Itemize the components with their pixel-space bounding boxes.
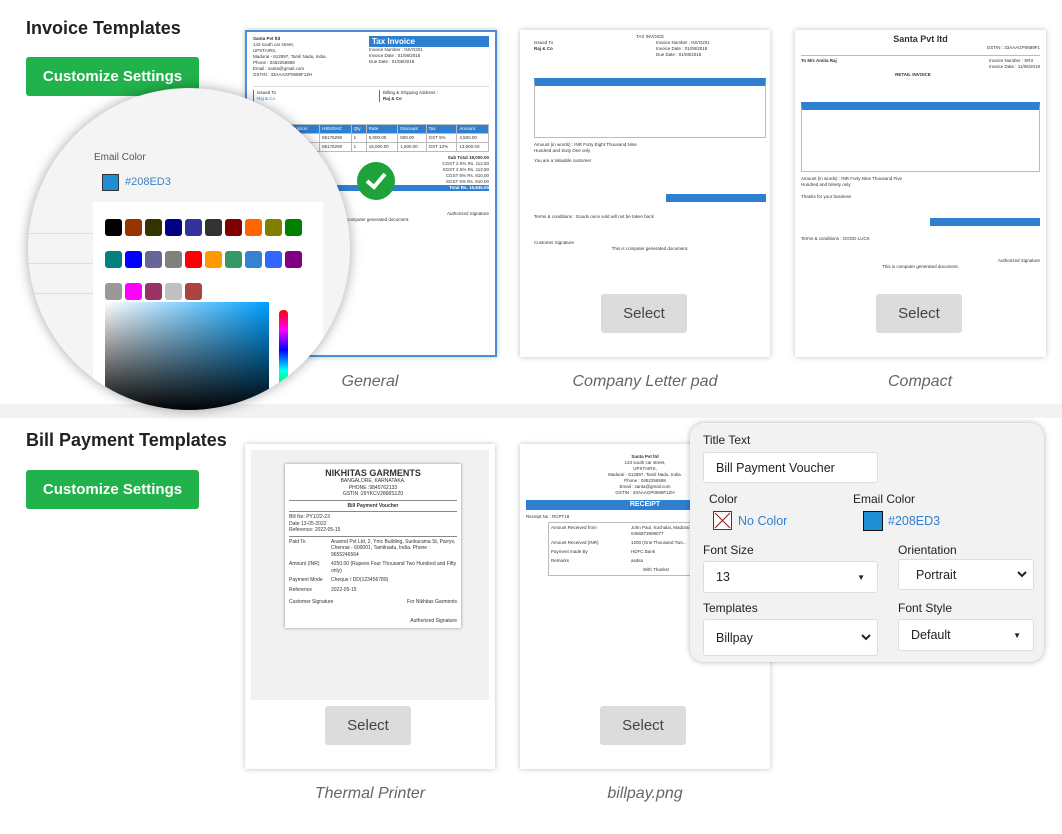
letter-pad-preview: TAX INVOICE Issued To Raj & Co Invoice Num…: [534, 34, 766, 252]
selected-check-icon: [357, 162, 395, 200]
templates-select[interactable]: Billpay: [703, 619, 878, 656]
client: Raj & Co: [383, 96, 402, 101]
color-swatch[interactable]: [125, 251, 142, 268]
client: Raj & Co: [257, 96, 276, 101]
templates-label: Templates: [703, 601, 758, 615]
doc-title: Tax Invoice: [369, 36, 489, 47]
template-name-company-letter-pad: Company Letter pad: [572, 373, 718, 390]
bill-payment-templates-title: Bill Payment Templates: [26, 430, 227, 450]
email-color-label: Email Color: [853, 492, 916, 506]
template-card-compact[interactable]: Santa Pvt ltd GSTIN : 33AAAGP0689F1 To M…: [795, 30, 1046, 357]
color-swatch[interactable]: [265, 219, 282, 236]
select-button[interactable]: Select: [601, 294, 687, 333]
template-name-compact: Compact: [887, 373, 953, 390]
color-swatch[interactable]: [185, 219, 202, 236]
orientation-label: Orientation: [898, 543, 957, 557]
select-button[interactable]: Select: [600, 706, 686, 745]
color-swatch[interactable]: [105, 251, 122, 268]
due-date: Due Date : 01/08/2018: [369, 59, 415, 64]
orientation-select[interactable]: Portrait: [898, 559, 1034, 590]
email-color-label: Email Color: [94, 152, 146, 163]
color-swatch[interactable]: [285, 219, 302, 236]
color-swatch[interactable]: [245, 219, 262, 236]
font-style-label: Font Style: [898, 601, 953, 615]
template-card-thermal-printer[interactable]: NIKHITAS GARMENTS BANGALORE, KARNATAKA. P…: [245, 444, 495, 769]
saturation-field[interactable]: [105, 302, 269, 410]
color-swatch[interactable]: [125, 283, 142, 300]
color-picker-magnifier: Email Color #208ED3: [28, 88, 350, 410]
color-swatch[interactable]: [165, 219, 182, 236]
color-swatch[interactable]: [225, 251, 242, 268]
select-button[interactable]: Select: [876, 294, 962, 333]
color-label: Color: [709, 492, 738, 506]
color-swatch[interactable]: [205, 251, 222, 268]
color-swatch[interactable]: [185, 251, 202, 268]
template-settings-popover: Title Text Bill Payment Voucher Color No…: [690, 423, 1044, 662]
email-color-value: #208ED3: [125, 176, 171, 188]
compact-preview: Santa Pvt ltd GSTIN : 33AAAGP0689F1 To M…: [801, 34, 1040, 269]
color-swatch[interactable]: [105, 283, 122, 300]
email-color-value[interactable]: #208ED3: [888, 514, 940, 528]
company-name: Santa Pvt ltd: [253, 36, 281, 41]
title-text-input[interactable]: Bill Payment Voucher: [703, 452, 878, 483]
email-color-swatch[interactable]: [863, 511, 883, 531]
color-swatch[interactable]: [205, 219, 222, 236]
addr-line: GSTIN : 33AAAGP0689F1ZH: [253, 72, 313, 77]
email-color-swatch[interactable]: [102, 174, 119, 191]
select-button[interactable]: Select: [325, 706, 411, 745]
color-swatch[interactable]: [225, 219, 242, 236]
customize-settings-button-bill[interactable]: Customize Settings: [26, 470, 199, 509]
color-swatch[interactable]: [265, 251, 282, 268]
color-swatch[interactable]: [125, 219, 142, 236]
color-swatch[interactable]: [105, 219, 122, 236]
color-swatch[interactable]: [165, 283, 182, 300]
color-swatch[interactable]: [245, 251, 262, 268]
color-swatch[interactable]: [145, 251, 162, 268]
template-card-company-letter-pad[interactable]: TAX INVOICE Issued To Raj & Co Invoice Num…: [520, 30, 770, 357]
font-size-select[interactable]: 13 ▼: [703, 561, 878, 593]
template-name-thermal-printer: Thermal Printer: [314, 785, 426, 802]
thermal-preview: NIKHITAS GARMENTS BANGALORE, KARNATAKA. P…: [285, 464, 461, 628]
color-swatch[interactable]: [145, 219, 162, 236]
color-swatch[interactable]: [165, 251, 182, 268]
hue-slider[interactable]: [279, 310, 288, 390]
subtotal: Sub Total 18,000.00: [447, 155, 489, 160]
template-name-billpay: billpay.png: [607, 785, 683, 802]
color-value[interactable]: No Color: [738, 514, 787, 528]
no-color-icon[interactable]: [713, 511, 732, 530]
invoice-templates-title: Invoice Templates: [26, 18, 181, 38]
color-swatch[interactable]: [145, 283, 162, 300]
font-style-select[interactable]: Default ▼: [898, 619, 1034, 651]
color-swatch[interactable]: [185, 283, 202, 300]
color-swatch[interactable]: [285, 251, 302, 268]
font-size-label: Font Size: [703, 543, 754, 557]
title-text-label: Title Text: [703, 433, 751, 447]
